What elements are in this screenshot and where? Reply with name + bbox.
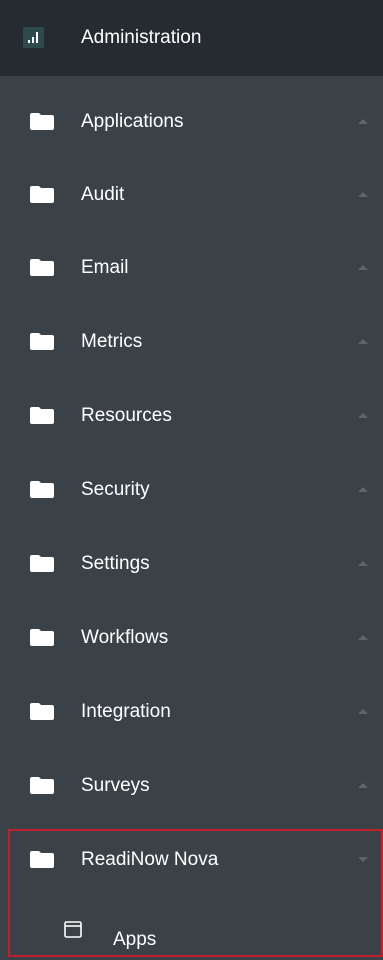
nav-item-email[interactable]: Email [0,231,383,304]
nav-item-applications[interactable]: Applications [0,85,383,158]
chevron-up-icon[interactable] [358,413,368,418]
folder-icon [30,555,54,572]
folder-icon [30,851,54,868]
folder-icon [30,333,54,350]
nav-item-audit[interactable]: Audit [0,158,383,231]
nav-item-label: Workflows [81,627,169,648]
nav-item-label: Integration [81,701,171,722]
folder-icon [30,259,54,276]
nav-item-metrics[interactable]: Metrics [0,305,383,378]
nav-item-label: Surveys [81,775,150,796]
nav-item-label: Applications [81,111,184,132]
nav-item-integration[interactable]: Integration [0,675,383,748]
chevron-up-icon[interactable] [358,487,368,492]
nav-header[interactable]: Administration [0,0,383,76]
admin-navigation: Administration Applications Audit Email … [0,0,383,960]
nav-item-settings[interactable]: Settings [0,527,383,600]
chevron-up-icon[interactable] [358,561,368,566]
nav-header-label: Administration [81,27,202,48]
nav-item-label: Settings [81,553,150,574]
nav-subitem-label: Apps [113,929,157,950]
folder-icon [30,186,54,203]
nav-item-label: Email [81,257,129,278]
chevron-up-icon[interactable] [358,635,368,640]
folder-icon [30,629,54,646]
nav-item-workflows[interactable]: Workflows [0,601,383,674]
folder-icon [30,113,54,130]
chevron-up-icon[interactable] [358,709,368,714]
nav-item-label: Metrics [81,331,143,352]
nav-item-readinow-nova[interactable]: ReadiNow Nova [0,823,383,896]
nav-item-surveys[interactable]: Surveys [0,749,383,822]
chevron-up-icon[interactable] [358,265,368,270]
chevron-down-icon[interactable] [358,857,368,862]
nav-item-security[interactable]: Security [0,453,383,526]
nav-item-label: Security [81,479,150,500]
window-icon [64,921,82,938]
chevron-up-icon[interactable] [358,192,368,197]
chevron-up-icon[interactable] [358,339,368,344]
chevron-up-icon[interactable] [358,783,368,788]
folder-icon [30,703,54,720]
admin-chart-icon [23,27,44,48]
nav-item-label: ReadiNow Nova [81,849,219,870]
nav-item-label: Resources [81,405,172,426]
nav-subitem-apps[interactable]: Apps [10,901,383,957]
folder-icon [30,777,54,794]
nav-item-label: Audit [81,184,125,205]
nav-item-resources[interactable]: Resources [0,379,383,452]
folder-icon [30,481,54,498]
chevron-up-icon[interactable] [358,119,368,124]
folder-icon [30,407,54,424]
